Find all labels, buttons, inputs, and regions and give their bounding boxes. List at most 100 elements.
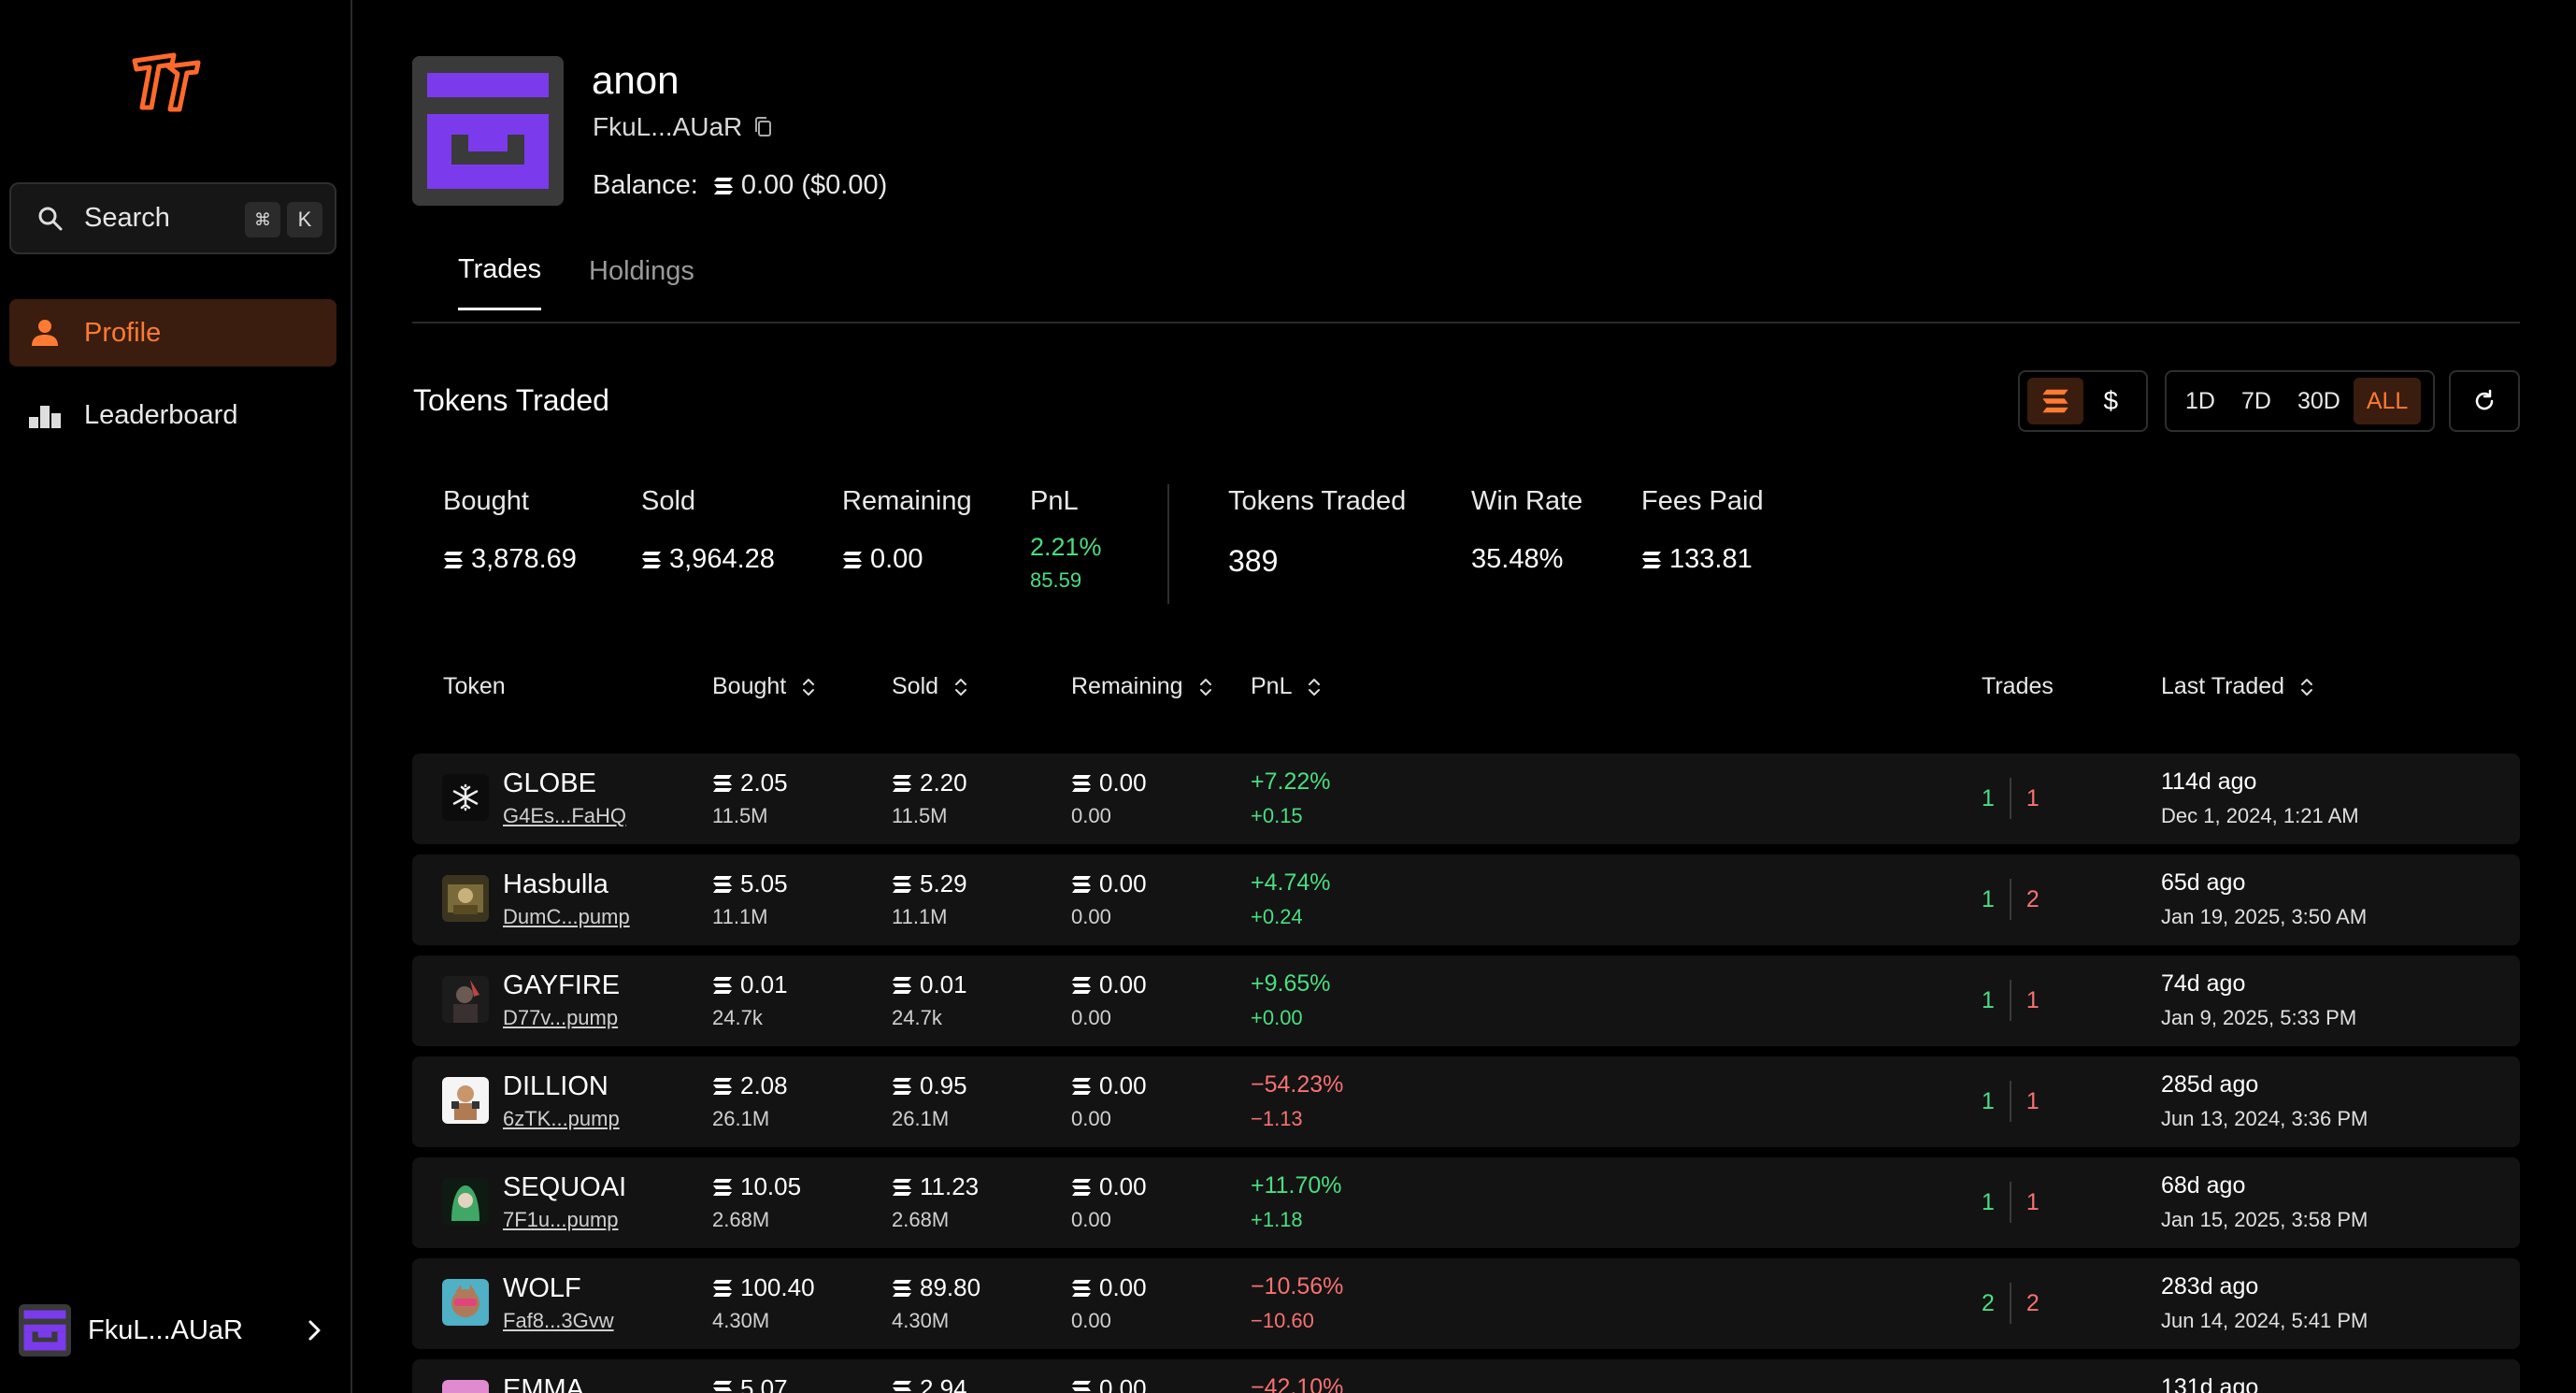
sol-icon [892,1279,912,1298]
sol-icon [892,1077,912,1096]
account-address: FkuL...AUaR [88,1314,243,1345]
sold-amount: 26.1M [892,1107,950,1130]
shortcut-k-key: K [287,202,322,237]
refresh-icon [2475,389,2494,410]
balance-row: Balance: 0.00 ($0.00) [593,170,887,201]
refresh-button[interactable] [2449,370,2520,432]
sold-cell: 0.01 [892,970,967,999]
currency-sol-button[interactable] [2027,378,2083,424]
search-input[interactable]: Search ⌘ K [9,182,336,254]
tab-trades[interactable]: Trades [458,254,542,310]
sol-icon [1071,1077,1092,1096]
buy-count: 1 [1982,1087,1995,1114]
sold-cell: 5.29 [892,869,967,898]
remaining-value: 0.00 [1099,869,1147,898]
stat-number: 3,878.69 [471,544,577,574]
stat-value: 0.00 [842,544,923,575]
buy-count: 1 [1982,885,1995,912]
sort-icon [799,675,818,699]
bought-value: 2.05 [740,768,788,797]
token-address-link[interactable]: 7F1u...pump [503,1208,619,1232]
sold-amount: 4.30M [892,1309,950,1332]
sol-icon [712,1279,733,1298]
sold-amount: 2.68M [892,1208,950,1231]
token-address-link[interactable]: D77v...pump [503,1006,618,1030]
bought-amount: 11.1M [712,905,768,928]
token-name: GLOBE [503,768,596,798]
sidebar-item-profile[interactable]: Profile [9,299,336,366]
column-header-remaining[interactable]: Remaining [1071,673,1215,700]
token-address-link[interactable]: 6zTK...pump [503,1107,620,1131]
pnl-percent: +7.22% [1251,768,1331,795]
token-name: SEQUOAI [503,1172,627,1202]
stat-sold: Sold 3,964.28 [641,486,775,574]
stat-label: Tokens Traded [1228,486,1407,516]
column-label: Trades [1982,673,2054,699]
column-header-sold[interactable]: Sold [892,673,970,700]
bought-cell: 5.07 [712,1374,788,1393]
copy-icon[interactable] [751,115,776,139]
remaining-amount: 0.00 [1071,804,1111,827]
sell-count: 2 [2025,1289,2039,1316]
bought-value: 2.08 [740,1071,788,1099]
sol-icon [892,1178,912,1197]
column-header-last-traded[interactable]: Last Traded [2161,673,2316,700]
last-traded-relative: 65d ago [2161,869,2246,896]
last-traded-relative: 74d ago [2161,970,2246,997]
sol-icon [842,551,863,569]
token-address-link[interactable]: G4Es...FaHQ [503,804,626,828]
sol-icon [892,1380,912,1393]
token-name: Hasbulla [503,869,608,899]
currency-usd-button[interactable]: $ [2083,378,2140,424]
divider [2009,879,2011,920]
table-row[interactable]: GAYFIRE D77v...pump 0.01 24.7k 0.01 24.7k 0.00… [412,955,2520,1046]
table-row[interactable]: DILLION 6zTK...pump 2.08 26.1M 0.95 26.1M 0.00… [412,1056,2520,1147]
column-header-bought[interactable]: Bought [712,673,818,700]
sol-icon [1071,1279,1092,1298]
table-row[interactable]: SEQUOAI 7F1u...pump 10.05 2.68M 11.23 2.68M 0.… [412,1157,2520,1248]
sort-icon [2297,675,2316,699]
sol-icon [443,551,464,569]
divider [2009,1283,2011,1324]
sold-amount: 24.7k [892,1006,942,1029]
bought-value: 5.05 [740,869,788,898]
remaining-amount: 0.00 [1071,905,1111,928]
table-row[interactable]: EMMA 5.07 2.94 0.00 −42.10% 131d ago [412,1359,2520,1393]
chevron-right-icon [308,1320,321,1341]
table-row[interactable]: WOLF Faf8...3Gvw 100.40 4.30M 89.80 4.30M 0.00… [412,1258,2520,1349]
stat-number: 389 [1228,544,1279,578]
remaining-cell: 0.00 [1071,1172,1147,1201]
range-7d-button[interactable]: 7D [2228,378,2284,424]
stat-value: 3,964.28 [641,544,775,575]
token-address-link[interactable]: Faf8...3Gvw [503,1309,614,1333]
range-1d-button[interactable]: 1D [2172,378,2228,424]
remaining-cell: 0.00 [1071,1273,1147,1302]
sidebar-item-leaderboard[interactable]: Leaderboard [9,381,336,449]
sol-icon [641,551,662,569]
app-logo[interactable] [131,51,202,113]
bought-amount: 2.68M [712,1208,770,1231]
sol-icon [1071,875,1092,894]
account-switcher[interactable]: FkuL...AUaR [19,1302,327,1358]
sold-value: 0.95 [920,1071,967,1099]
table-row[interactable]: GLOBE G4Es...FaHQ 2.05 11.5M 2.20 11.5M 0.00 0.… [412,754,2520,844]
tab-holdings[interactable]: Holdings [589,256,694,309]
pnl-amount: +0.15 [1251,804,1303,827]
column-label: Sold [892,673,939,699]
section-title: Tokens Traded [413,383,609,417]
table-row[interactable]: Hasbulla DumC...pump 5.05 11.1M 5.29 11.1M 0.0… [412,854,2520,945]
wallet-address: FkuL...AUaR [593,112,743,141]
column-header-pnl[interactable]: PnL [1251,673,1324,700]
token-image [442,774,489,821]
sidebar-item-label: Leaderboard [84,399,238,430]
token-address-link[interactable]: DumC...pump [503,905,630,929]
token-image [442,1279,489,1326]
range-all-button[interactable]: ALL [2353,378,2422,424]
sol-icon [1641,551,1662,569]
remaining-cell: 0.00 [1071,970,1147,999]
pnl-amount: −1.13 [1251,1107,1303,1130]
range-30d-button[interactable]: 30D [2284,378,2354,424]
pnl-percent: +11.70% [1251,1172,1342,1199]
last-traded-relative: 285d ago [2161,1071,2259,1098]
remaining-value: 0.00 [1099,1273,1147,1301]
